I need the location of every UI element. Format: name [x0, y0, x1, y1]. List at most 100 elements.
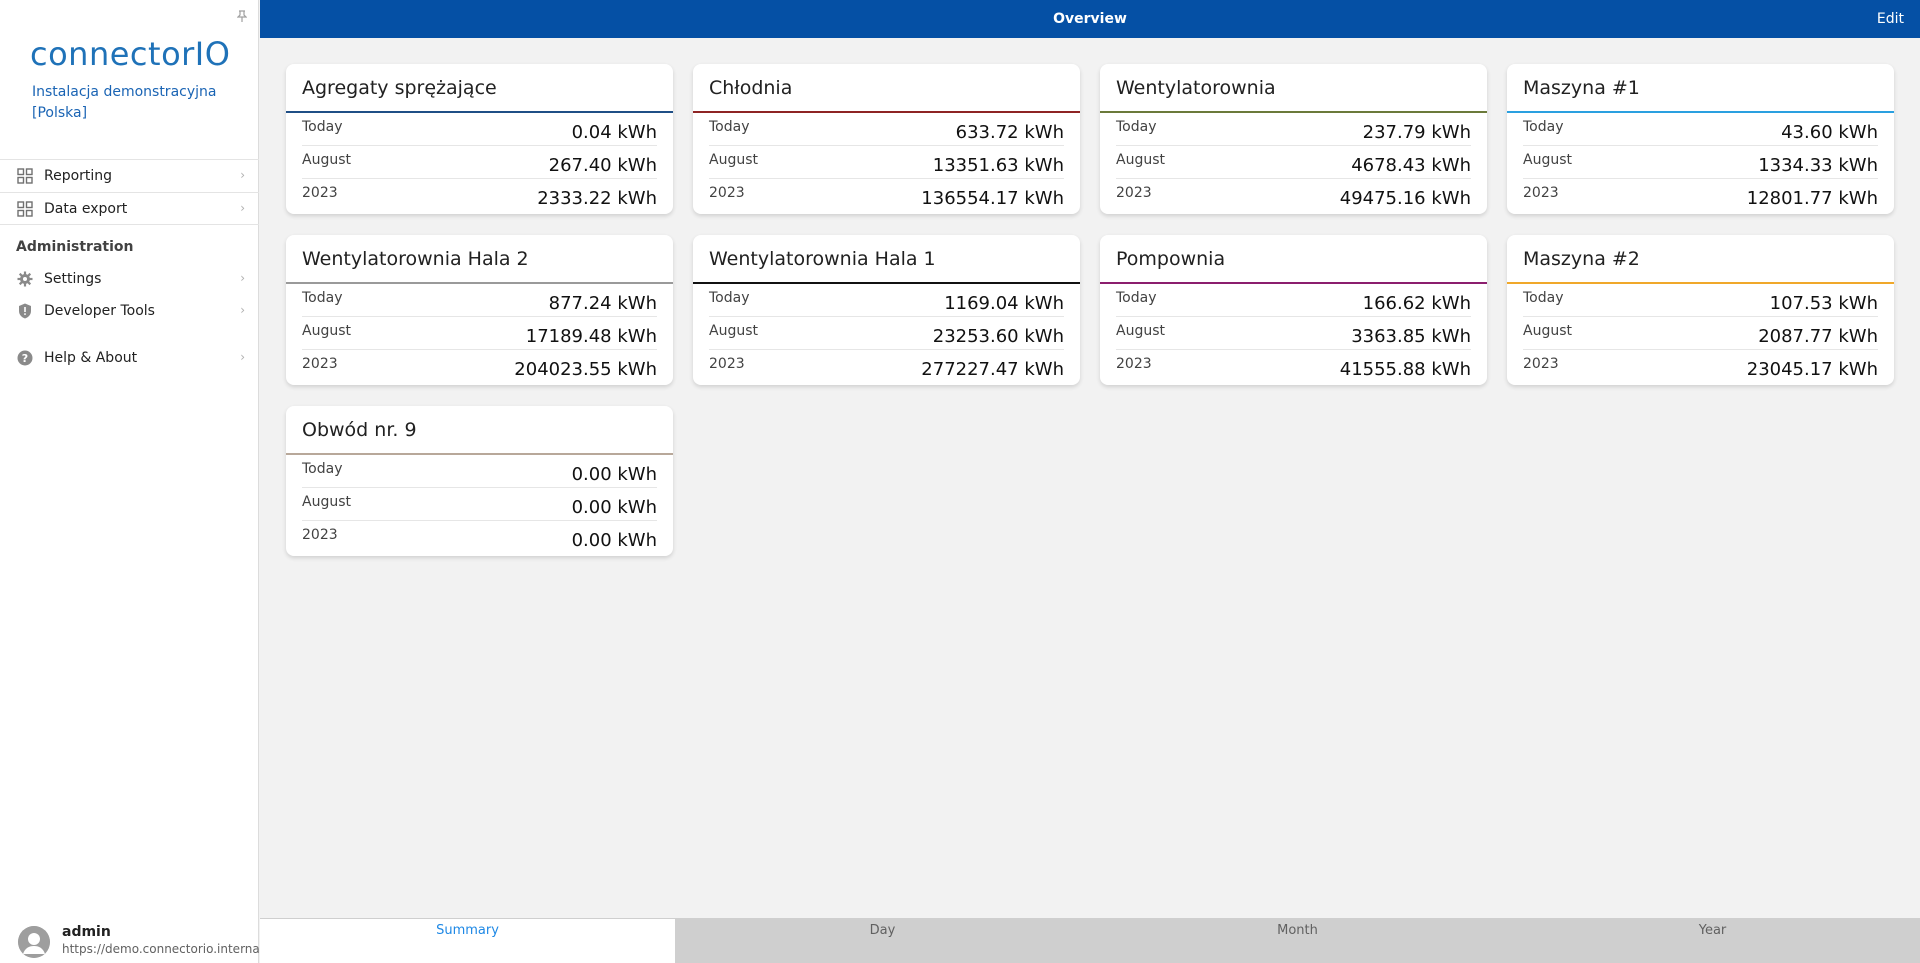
energy-value: 0.00 kWh [571, 496, 657, 518]
period-label: 2023 [1116, 356, 1152, 372]
energy-value: 2333.22 kWh [537, 188, 657, 209]
energy-card[interactable]: Agregaty sprężające Today 0.04 kWh August 26… [286, 64, 673, 214]
card-row: 2023 0.00 kWh [302, 521, 657, 554]
connectorio-logo: connectorIO [30, 34, 230, 74]
period-label: Today [1116, 119, 1157, 135]
card-rows: Today 1169.04 kWh August 23253.60 kWh 2023 27… [693, 284, 1080, 383]
card-row: August 17189.48 kWh [302, 317, 657, 350]
section-title-administration: Administration [16, 239, 134, 255]
card-row: 2023 12801.77 kWh [1523, 179, 1878, 212]
user-name: admin [62, 924, 111, 940]
card-row: 2023 204023.55 kWh [302, 350, 657, 383]
sidebar-item-data-export[interactable]: Data export › [0, 192, 259, 224]
card-title: Maszyna #1 [1507, 64, 1894, 113]
energy-value: 12801.77 kWh [1746, 188, 1878, 209]
period-label: 2023 [302, 527, 338, 543]
card-title: Pompownia [1100, 235, 1487, 284]
edit-button[interactable]: Edit [1877, 0, 1904, 38]
sidebar-item-help-about[interactable]: ? Help & About › [0, 342, 259, 374]
card-row: 2023 49475.16 kWh [1116, 179, 1471, 212]
card-rows: Today 0.04 kWh August 267.40 kWh 2023 2333.22… [286, 113, 673, 212]
energy-value: 41555.88 kWh [1339, 359, 1471, 380]
chevron-right-icon: › [240, 168, 245, 182]
energy-value: 23045.17 kWh [1746, 359, 1878, 380]
tab-summary[interactable]: Summary [260, 919, 675, 963]
period-label: 2023 [1523, 356, 1559, 372]
period-label: August [1116, 323, 1165, 339]
energy-card[interactable]: Wentylatorownia Hala 1 Today 1169.04 kWh Au… [693, 235, 1080, 385]
top-bar: Overview Edit [260, 0, 1920, 38]
energy-value: 0.00 kWh [571, 530, 657, 551]
period-label: August [709, 323, 758, 339]
card-row: August 2087.77 kWh [1523, 317, 1878, 350]
energy-value: 4678.43 kWh [1351, 154, 1471, 176]
sidebar-item-label: Developer Tools [44, 303, 155, 319]
period-label: Today [302, 290, 343, 306]
energy-value: 0.04 kWh [571, 121, 657, 143]
tab-day[interactable]: Day [675, 919, 1090, 963]
energy-value: 877.24 kWh [548, 292, 657, 314]
energy-value: 277227.47 kWh [921, 359, 1064, 380]
energy-card[interactable]: Chłodnia Today 633.72 kWh August 13351.63 kW… [693, 64, 1080, 214]
installation-name[interactable]: Instalacja demonstracyjna [Polska] [32, 82, 242, 124]
card-row: Today 43.60 kWh [1523, 113, 1878, 146]
card-title: Wentylatorownia [1100, 64, 1487, 113]
tab-year[interactable]: Year [1505, 919, 1920, 963]
period-label: August [709, 152, 758, 168]
card-row: 2023 136554.17 kWh [709, 179, 1064, 212]
energy-value: 237.79 kWh [1362, 121, 1471, 143]
energy-card[interactable]: Wentylatorownia Today 237.79 kWh August 4678… [1100, 64, 1487, 214]
energy-value: 267.40 kWh [548, 154, 657, 176]
energy-card[interactable]: Maszyna #1 Today 43.60 kWh August 1334.33 kW… [1507, 64, 1894, 214]
card-row: Today 107.53 kWh [1523, 284, 1878, 317]
energy-card[interactable]: Pompownia Today 166.62 kWh August 3363.85 kW… [1100, 235, 1487, 385]
card-row: Today 633.72 kWh [709, 113, 1064, 146]
energy-value: 43.60 kWh [1781, 121, 1878, 143]
energy-card[interactable]: Wentylatorownia Hala 2 Today 877.24 kWh Aug… [286, 235, 673, 385]
logo-text: connectorIO [30, 35, 231, 73]
energy-card[interactable]: Obwód nr. 9 Today 0.00 kWh August 0.00 kWh 20… [286, 406, 673, 556]
main-nav: Reporting › Data export › [0, 159, 259, 225]
energy-value: 136554.17 kWh [921, 188, 1064, 209]
energy-value: 2087.77 kWh [1758, 325, 1878, 347]
card-row: Today 166.62 kWh [1116, 284, 1471, 317]
card-rows: Today 877.24 kWh August 17189.48 kWh 2023 204… [286, 284, 673, 383]
sidebar-item-reporting[interactable]: Reporting › [0, 160, 259, 192]
sidebar-item-label: Settings [44, 271, 102, 287]
energy-value: 633.72 kWh [955, 121, 1064, 143]
energy-value: 13351.63 kWh [932, 154, 1064, 176]
period-label: Today [1523, 290, 1564, 306]
card-row: Today 0.00 kWh [302, 455, 657, 488]
tab-month[interactable]: Month [1090, 919, 1505, 963]
card-rows: Today 107.53 kWh August 2087.77 kWh 2023 2304… [1507, 284, 1894, 383]
card-title: Maszyna #2 [1507, 235, 1894, 284]
card-row: 2023 41555.88 kWh [1116, 350, 1471, 383]
chevron-right-icon: › [240, 303, 245, 317]
card-row: August 4678.43 kWh [1116, 146, 1471, 179]
energy-card[interactable]: Maszyna #2 Today 107.53 kWh August 2087.77 k… [1507, 235, 1894, 385]
card-title: Obwód nr. 9 [286, 406, 673, 455]
avatar [18, 926, 50, 958]
card-row: August 0.00 kWh [302, 488, 657, 521]
energy-value: 204023.55 kWh [514, 359, 657, 380]
energy-value: 23253.60 kWh [932, 325, 1064, 347]
user-server-url: https://demo.connectorio.internal [62, 942, 264, 956]
period-label: August [1523, 152, 1572, 168]
card-rows: Today 166.62 kWh August 3363.85 kWh 2023 4155… [1100, 284, 1487, 383]
user-profile[interactable]: admin https://demo.connectorio.internal [0, 920, 263, 963]
grid-icon [16, 200, 34, 218]
card-row: August 23253.60 kWh [709, 317, 1064, 350]
card-rows: Today 237.79 kWh August 4678.43 kWh 2023 4947… [1100, 113, 1487, 212]
period-label: 2023 [302, 185, 338, 201]
grid-icon [16, 167, 34, 185]
card-rows: Today 43.60 kWh August 1334.33 kWh 2023 12801… [1507, 113, 1894, 212]
period-label: 2023 [1523, 185, 1559, 201]
sidebar-item-developer-tools[interactable]: Developer Tools › [0, 295, 259, 327]
sidebar-item-label: Help & About [44, 350, 138, 366]
sidebar: connectorIO Instalacja demonstracyjna [P… [0, 0, 263, 963]
chevron-right-icon: › [240, 201, 245, 215]
pin-icon[interactable] [236, 10, 248, 24]
sidebar-item-settings[interactable]: Settings › [0, 263, 259, 295]
chevron-right-icon: › [240, 271, 245, 285]
period-tabs: Summary Day Month Year [260, 918, 1920, 963]
